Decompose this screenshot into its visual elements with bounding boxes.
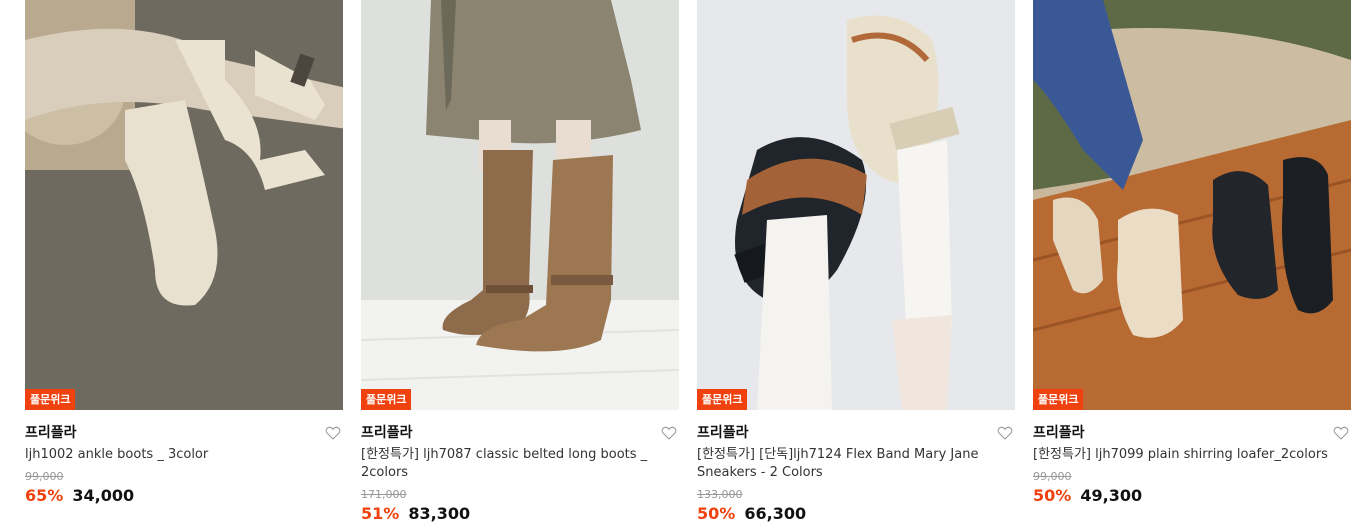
product-card[interactable]: 풀문위크 프리플라 [한정특가] ljh7087 classic belted … xyxy=(361,0,679,527)
promo-badge: 풀문위크 xyxy=(361,389,412,410)
product-name[interactable]: [한정특가] [단독]ljh7124 Flex Band Mary Jane S… xyxy=(697,446,997,482)
brand-row: 프리플라 xyxy=(1033,424,1351,446)
product-grid: 풀문위크 프리플라 ljh1002 ankle boots _ 3color 9… xyxy=(0,0,1357,527)
brand-row: 프리플라 xyxy=(697,424,1015,446)
sale-price: 49,300 xyxy=(1080,486,1143,505)
product-photo xyxy=(361,0,679,410)
product-name[interactable]: ljh1002 ankle boots _ 3color xyxy=(25,446,325,464)
product-photo xyxy=(25,0,343,410)
promo-badge: 풀문위크 xyxy=(1033,389,1084,410)
discount-rate: 50% xyxy=(1033,486,1072,505)
product-image[interactable]: 풀문위크 xyxy=(697,0,1015,410)
sale-price: 66,300 xyxy=(744,504,807,523)
heart-outline-icon[interactable] xyxy=(325,425,341,441)
price-row: 50% 66,300 xyxy=(697,504,1015,524)
brand-name[interactable]: 프리플라 xyxy=(1033,424,1085,442)
brand-name[interactable]: 프리플라 xyxy=(697,424,749,442)
product-image[interactable]: 풀문위크 xyxy=(1033,0,1351,410)
original-price: 99,000 xyxy=(25,470,64,483)
promo-badge: 풀문위크 xyxy=(25,389,76,410)
product-card[interactable]: 풀문위크 프리플라 [한정특가] ljh7099 plain shirring … xyxy=(1033,0,1351,527)
product-photo xyxy=(697,0,1015,410)
original-price: 133,000 xyxy=(697,488,743,501)
price-row: 65% 34,000 xyxy=(25,486,343,506)
sale-price: 83,300 xyxy=(408,504,471,523)
product-card[interactable]: 풀문위크 프리플라 ljh1002 ankle boots _ 3color 9… xyxy=(25,0,343,527)
discount-rate: 51% xyxy=(361,504,400,523)
heart-outline-icon[interactable] xyxy=(661,425,677,441)
product-name[interactable]: [한정특가] ljh7099 plain shirring loafer_2co… xyxy=(1033,446,1333,464)
product-card[interactable]: 풀문위크 프리플라 [한정특가] [단독]ljh7124 Flex Band M… xyxy=(697,0,1015,527)
price-row: 50% 49,300 xyxy=(1033,486,1351,506)
brand-name[interactable]: 프리플라 xyxy=(25,424,77,442)
brand-row: 프리플라 xyxy=(25,424,343,446)
product-image[interactable]: 풀문위크 xyxy=(361,0,679,410)
product-name[interactable]: [한정특가] ljh7087 classic belted long boots… xyxy=(361,446,661,482)
heart-outline-icon[interactable] xyxy=(1333,425,1349,441)
heart-outline-icon[interactable] xyxy=(997,425,1013,441)
sale-price: 34,000 xyxy=(72,486,135,505)
brand-name[interactable]: 프리플라 xyxy=(361,424,413,442)
discount-rate: 65% xyxy=(25,486,64,505)
price-row: 51% 83,300 xyxy=(361,504,679,524)
discount-rate: 50% xyxy=(697,504,736,523)
brand-row: 프리플라 xyxy=(361,424,679,446)
product-photo xyxy=(1033,0,1351,410)
original-price: 99,000 xyxy=(1033,470,1072,483)
product-image[interactable]: 풀문위크 xyxy=(25,0,343,410)
promo-badge: 풀문위크 xyxy=(697,389,748,410)
original-price: 171,000 xyxy=(361,488,407,501)
